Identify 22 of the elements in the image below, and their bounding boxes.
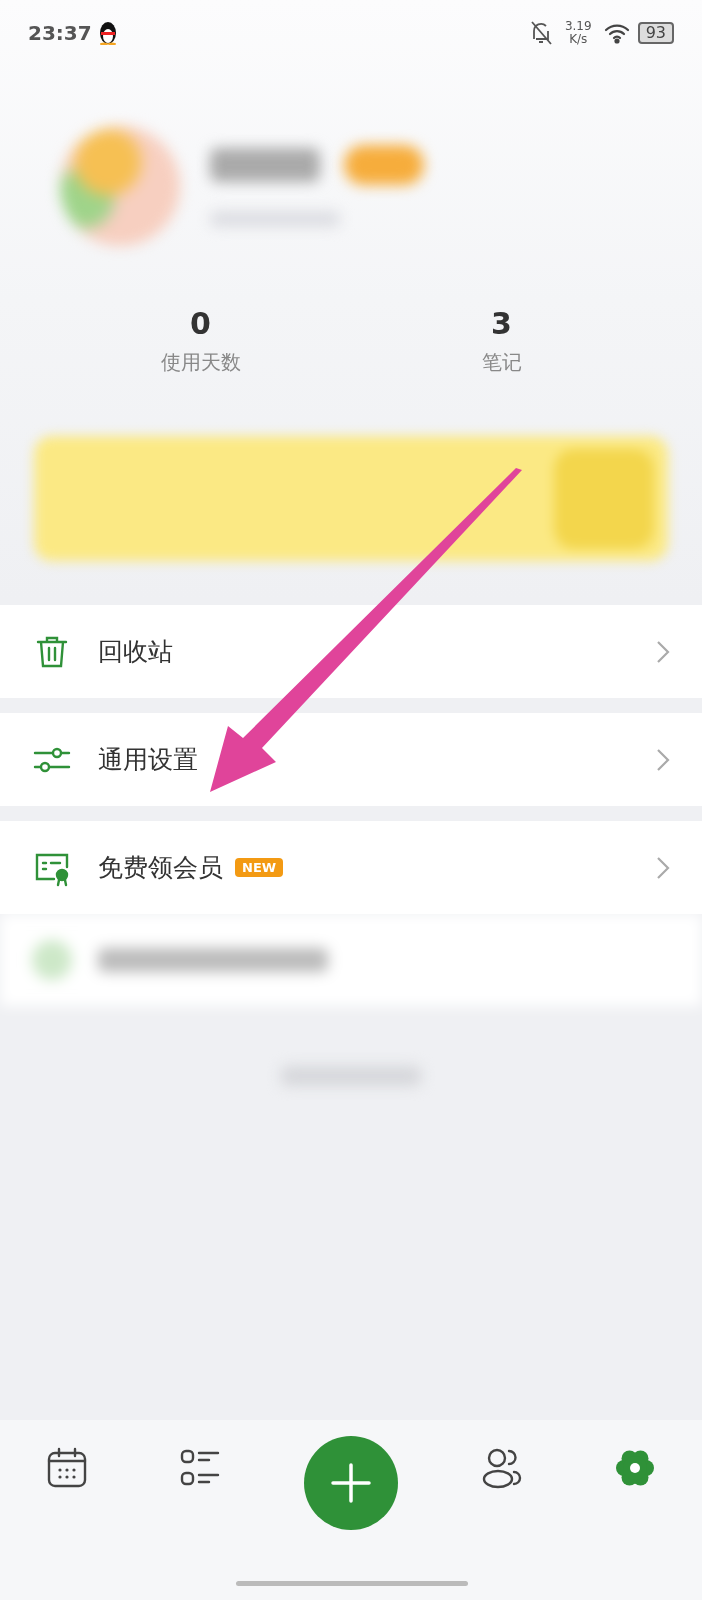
menu-item[interactable]: 回收站	[0, 605, 702, 698]
menu-item[interactable]: 免费领会员 NEW	[0, 821, 702, 914]
network-speed: 3.19	[564, 20, 592, 33]
wifi-icon	[603, 22, 632, 44]
speed-unit: K/s	[569, 33, 588, 46]
stat-label: 使用天数	[160, 349, 241, 376]
chevron-right-icon	[656, 855, 670, 880]
new-badge: NEW	[235, 858, 284, 877]
status-time: 23:37	[28, 21, 92, 45]
penguin-icon	[97, 21, 118, 45]
menu-item[interactable]: 通用设置	[0, 713, 702, 806]
menu-label: 回收站	[98, 636, 173, 668]
menu-label: 通用设置	[98, 744, 198, 776]
chevron-right-icon	[656, 639, 670, 664]
stat-value: 3	[491, 306, 512, 341]
stat-label: 笔记	[481, 349, 522, 376]
chevron-right-icon	[656, 747, 670, 772]
stat-value: 0	[190, 306, 211, 341]
battery-level: 93	[637, 22, 674, 44]
bell-off-icon	[528, 20, 553, 46]
plus-icon	[330, 1462, 372, 1504]
menu-label: 免费领会员	[98, 852, 223, 884]
